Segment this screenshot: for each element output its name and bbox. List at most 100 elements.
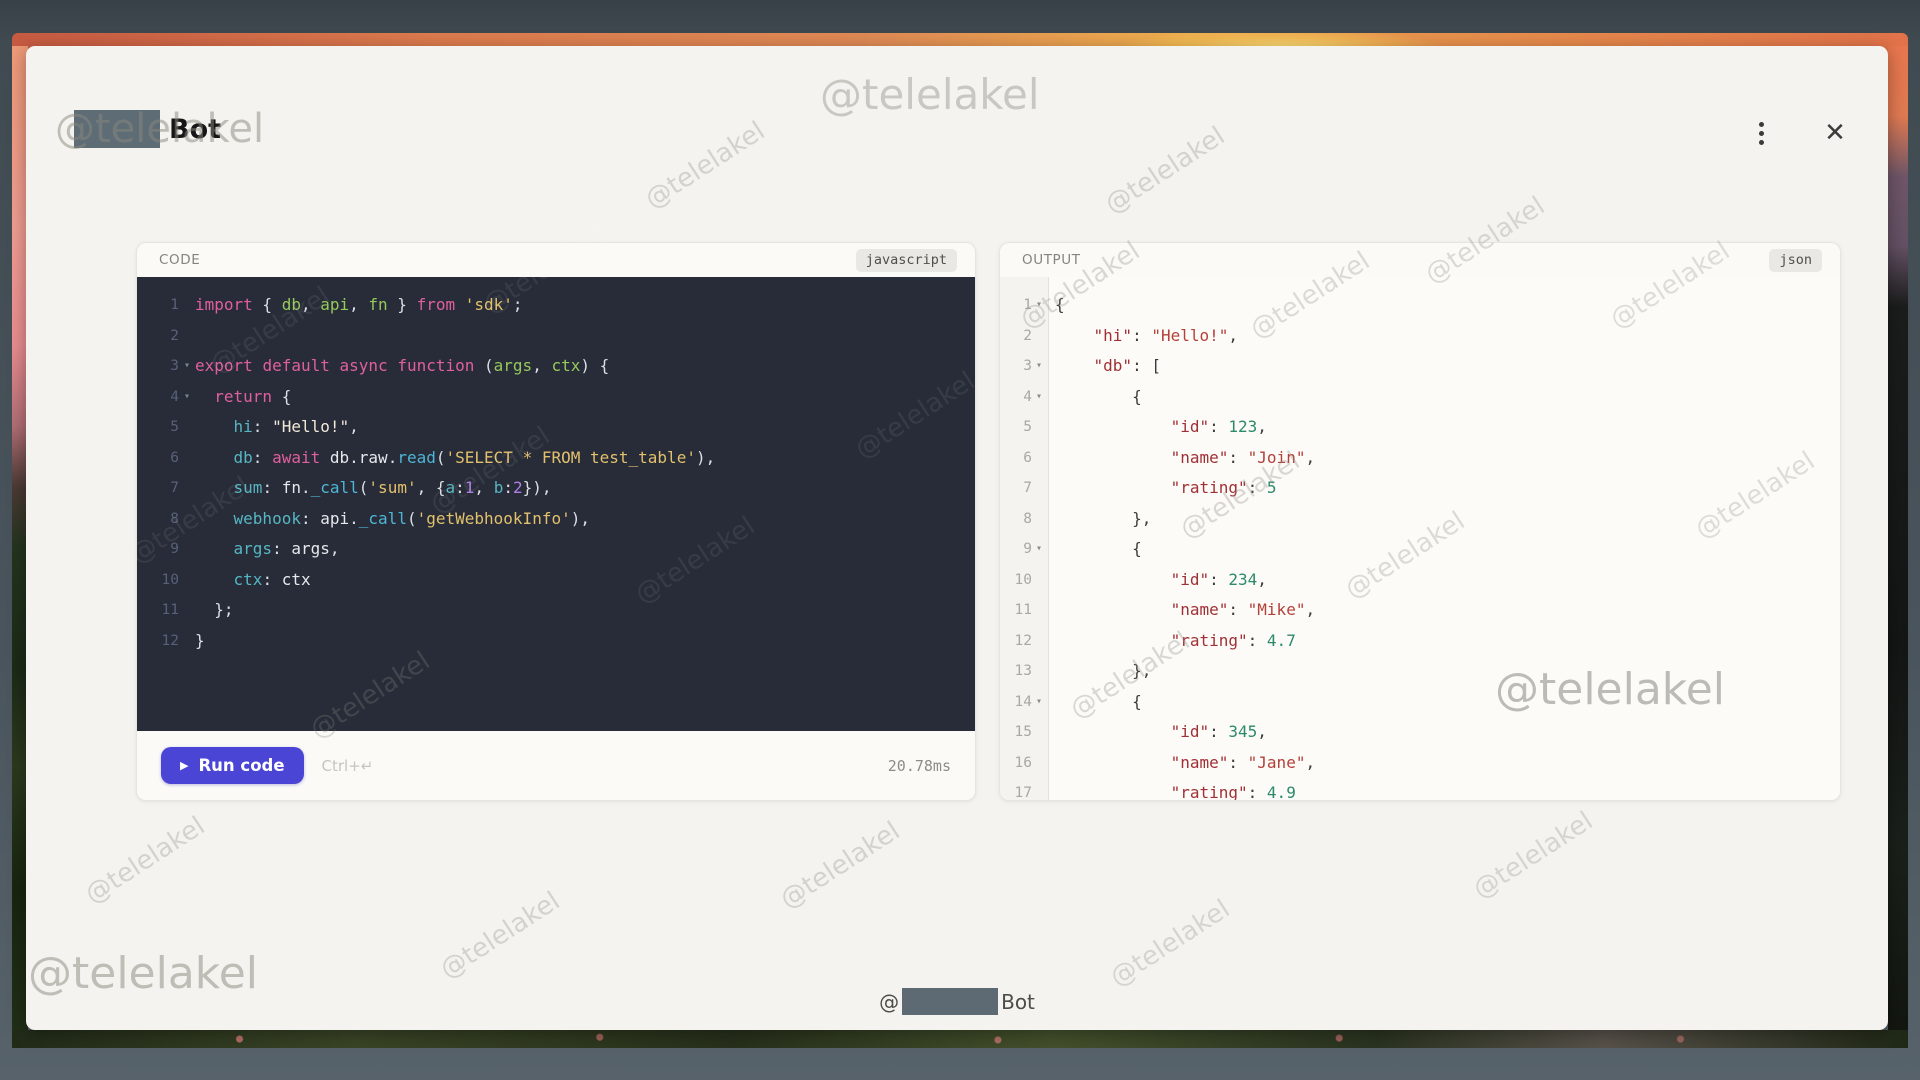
line-number: 14 — [1000, 687, 1032, 718]
fold-spacer — [1032, 748, 1046, 779]
line-content: "name": "Mike", — [1046, 595, 1315, 626]
line-content: return { — [195, 382, 291, 413]
fold-arrow-icon[interactable]: ▾ — [1032, 351, 1046, 382]
fold-spacer — [179, 321, 195, 352]
dialog-header: Bot — [74, 110, 221, 148]
line-content: "id": 345, — [1046, 717, 1267, 748]
line-content: }, — [1046, 656, 1151, 687]
line-content: "db": [ — [1046, 351, 1161, 382]
wallpaper-right-strip — [1888, 46, 1908, 1048]
output-line: 6 "name": "Join", — [1000, 443, 1840, 474]
output-line: 7 "rating": 5 — [1000, 473, 1840, 504]
line-content: webhook: api._call('getWebhookInfo'), — [195, 504, 590, 535]
code-line: 9 args: args, — [137, 534, 975, 565]
line-content: { — [1046, 290, 1065, 321]
code-line: 6 db: await db.raw.read('SELECT * FROM t… — [137, 443, 975, 474]
line-number: 1 — [1000, 290, 1032, 321]
code-panel-label: CODE — [159, 252, 200, 268]
line-number: 9 — [137, 534, 179, 565]
line-number: 5 — [1000, 412, 1032, 443]
line-content: db: await db.raw.read('SELECT * FROM tes… — [195, 443, 715, 474]
line-number: 10 — [1000, 565, 1032, 596]
code-line: 5 hi: "Hello!", — [137, 412, 975, 443]
wallpaper-bottom-strip — [12, 1030, 1908, 1048]
output-format-badge[interactable]: json — [1769, 249, 1822, 272]
code-panel-header: CODE javascript — [137, 243, 975, 277]
output-line: 15 "id": 345, — [1000, 717, 1840, 748]
line-content: }, — [1046, 504, 1151, 535]
bot-handle: @ Bot — [26, 988, 1888, 1015]
line-number: 4 — [137, 382, 179, 413]
fold-spacer — [1032, 565, 1046, 596]
line-content: { — [1046, 382, 1142, 413]
line-content: args: args, — [195, 534, 340, 565]
fold-spacer — [179, 534, 195, 565]
code-editor[interactable]: 1import { db, api, fn } from 'sdk';23▾ex… — [137, 277, 975, 733]
line-number: 9 — [1000, 534, 1032, 565]
line-number: 7 — [1000, 473, 1032, 504]
line-number: 2 — [1000, 321, 1032, 352]
fold-arrow-icon[interactable]: ▾ — [179, 382, 195, 413]
output-panel-label: OUTPUT — [1022, 252, 1081, 268]
run-code-button[interactable]: ▶ Run code — [161, 747, 304, 784]
output-line: 5 "id": 123, — [1000, 412, 1840, 443]
close-icon[interactable]: ✕ — [1816, 114, 1854, 152]
line-content: "rating": 5 — [1046, 473, 1277, 504]
code-line: 1import { db, api, fn } from 'sdk'; — [137, 290, 975, 321]
output-line: 4▾ { — [1000, 382, 1840, 413]
play-icon: ▶ — [180, 760, 188, 771]
line-content: "rating": 4.9 — [1046, 778, 1296, 800]
fold-arrow-icon[interactable]: ▾ — [1032, 534, 1046, 565]
line-content: "id": 123, — [1046, 412, 1267, 443]
redacted-handle — [902, 988, 998, 1015]
fold-spacer — [1032, 443, 1046, 474]
handle-suffix: Bot — [1001, 990, 1035, 1014]
fold-spacer — [1032, 626, 1046, 657]
output-panel: OUTPUT json 1▾{2 "hi": "Hello!",3▾ "db":… — [999, 242, 1841, 801]
line-number: 2 — [137, 321, 179, 352]
line-number: 3 — [1000, 351, 1032, 382]
output-line: 16 "name": "Jane", — [1000, 748, 1840, 779]
line-number: 6 — [137, 443, 179, 474]
kebab-menu-icon[interactable] — [1742, 114, 1780, 152]
output-line: 2 "hi": "Hello!", — [1000, 321, 1840, 352]
fold-spacer — [1032, 656, 1046, 687]
output-line: 8 }, — [1000, 504, 1840, 535]
bot-dialog-window: Bot ✕ CODE javascript 1import { db, api,… — [26, 46, 1888, 1030]
code-line: 12} — [137, 626, 975, 657]
language-badge[interactable]: javascript — [856, 249, 957, 272]
line-number: 6 — [1000, 443, 1032, 474]
line-number: 5 — [137, 412, 179, 443]
line-number: 4 — [1000, 382, 1032, 413]
fold-arrow-icon[interactable]: ▾ — [1032, 290, 1046, 321]
output-line: 1▾{ — [1000, 290, 1840, 321]
output-line: 9▾ { — [1000, 534, 1840, 565]
line-number: 13 — [1000, 656, 1032, 687]
fold-spacer — [1032, 504, 1046, 535]
output-viewer[interactable]: 1▾{2 "hi": "Hello!",3▾ "db": [4▾ {5 "id"… — [1000, 277, 1840, 800]
code-line: 3▾export default async function (args, c… — [137, 351, 975, 382]
line-number: 12 — [1000, 626, 1032, 657]
line-number: 15 — [1000, 717, 1032, 748]
execution-duration: 20.78ms — [888, 757, 951, 775]
fold-spacer — [179, 473, 195, 504]
fold-spacer — [179, 626, 195, 657]
output-line: 3▾ "db": [ — [1000, 351, 1840, 382]
fold-spacer — [1032, 321, 1046, 352]
code-line: 4▾ return { — [137, 382, 975, 413]
fold-spacer — [1032, 473, 1046, 504]
fold-arrow-icon[interactable]: ▾ — [1032, 687, 1046, 718]
line-number: 11 — [1000, 595, 1032, 626]
fold-arrow-icon[interactable]: ▾ — [1032, 382, 1046, 413]
line-number: 3 — [137, 351, 179, 382]
at-sign: @ — [879, 990, 899, 1014]
line-number: 16 — [1000, 748, 1032, 779]
output-line: 17 "rating": 4.9 — [1000, 778, 1840, 800]
fold-spacer — [1032, 412, 1046, 443]
line-number: 8 — [1000, 504, 1032, 535]
line-content: } — [195, 626, 205, 657]
fold-spacer — [179, 290, 195, 321]
code-line: 10 ctx: ctx — [137, 565, 975, 596]
desktop: Bot ✕ CODE javascript 1import { db, api,… — [0, 0, 1920, 1080]
fold-arrow-icon[interactable]: ▾ — [179, 351, 195, 382]
